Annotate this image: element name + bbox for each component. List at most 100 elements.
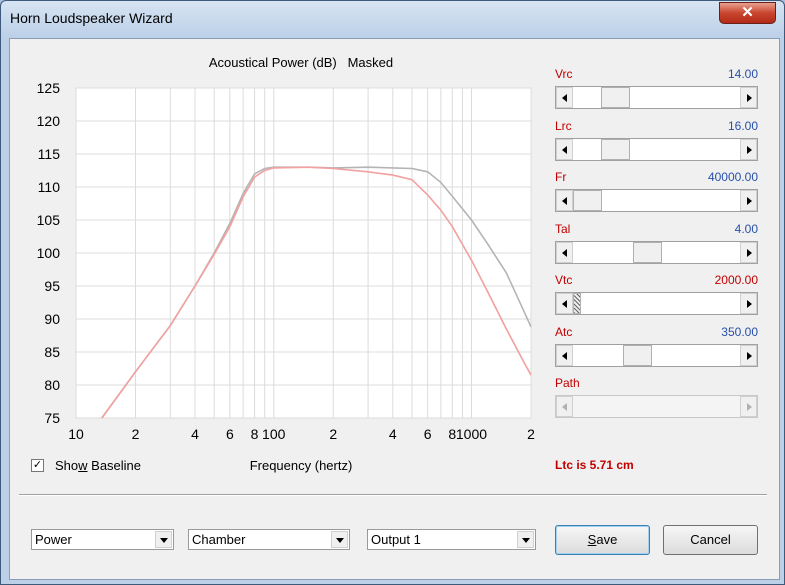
close-button[interactable]: ✕: [719, 2, 776, 24]
x-tick-label: 10: [68, 426, 84, 442]
checkmark-icon: ✓: [32, 459, 43, 471]
show-baseline-label-pre: Sho: [55, 458, 79, 473]
param-label-atc: Atc: [555, 324, 573, 339]
window-title: Horn Loudspeaker Wizard: [10, 10, 173, 26]
y-tick-label: 100: [37, 245, 61, 261]
arrow-left-icon: [562, 197, 567, 205]
scrollbar-fr[interactable]: [555, 189, 758, 212]
y-tick-label: 95: [44, 278, 60, 294]
mode-select-value: Power: [35, 532, 72, 547]
scrollbar-tal[interactable]: [555, 240, 758, 264]
scrollbar-lrc[interactable]: [555, 137, 758, 161]
x-tick-label: 4: [389, 426, 397, 442]
scroll-right-button[interactable]: [740, 396, 757, 417]
wizard-window: Horn Loudspeaker Wizard ✕ Acoustical Pow…: [0, 0, 785, 585]
chevron-down-icon: [336, 538, 344, 543]
output-select-value: Output 1: [371, 532, 421, 547]
arrow-right-icon: [747, 94, 752, 102]
x-tick-label: 2: [329, 426, 337, 442]
x-tick-label: 2: [527, 426, 535, 442]
chevron-down-icon: [522, 538, 530, 543]
scroll-thumb[interactable]: [601, 87, 630, 108]
arrow-left-icon: [562, 351, 567, 360]
scroll-thumb[interactable]: [633, 241, 663, 263]
save-button-label: ave: [596, 532, 618, 547]
location-select-value: Chamber: [192, 532, 246, 547]
x-tick-label: 4: [191, 426, 199, 442]
arrow-left-icon: [562, 94, 567, 102]
arrow-right-icon: [747, 351, 752, 360]
arrow-right-icon: [747, 403, 752, 411]
arrow-right-icon: [747, 248, 752, 257]
y-tick-label: 110: [38, 179, 61, 195]
scroll-right-button[interactable]: [740, 190, 757, 211]
scroll-left-button[interactable]: [556, 396, 573, 417]
scroll-left-button[interactable]: [556, 190, 573, 211]
y-tick-label: 125: [37, 80, 61, 96]
location-dropdown-button[interactable]: [331, 531, 348, 548]
param-label-vtc: Vtc: [555, 273, 573, 287]
save-button[interactable]: Save: [555, 525, 650, 555]
arrow-left-icon: [562, 248, 567, 257]
arrow-left-icon: [562, 145, 567, 154]
show-baseline-label[interactable]: Show Baseline: [55, 458, 141, 473]
param-value-vrc: 14.00: [727, 67, 758, 81]
x-tick-label: 2: [132, 426, 140, 442]
param-label-fr: Fr: [555, 170, 567, 184]
param-value-tal: 4.00: [734, 221, 758, 236]
scroll-thumb[interactable]: [623, 344, 653, 366]
output-dropdown-button[interactable]: [517, 531, 534, 548]
param-value-vtc: 2000.00: [714, 273, 758, 287]
scroll-thumb[interactable]: [573, 293, 581, 314]
output-select[interactable]: Output 1: [367, 529, 536, 550]
arrow-right-icon: [747, 300, 752, 308]
param-value-fr: 40000.00: [707, 170, 758, 184]
close-icon: ✕: [741, 4, 754, 21]
ltc-readout: Ltc is 5.71 cm: [555, 458, 634, 472]
y-tick-label: 85: [44, 344, 60, 360]
param-label-vrc: Vrc: [555, 67, 573, 81]
scroll-left-button[interactable]: [556, 138, 573, 160]
y-tick-label: 75: [44, 410, 60, 426]
param-label-lrc: Lrc: [555, 118, 572, 133]
scroll-right-button[interactable]: [740, 138, 757, 160]
param-value-atc: 350.00: [721, 324, 758, 339]
scroll-left-button[interactable]: [556, 87, 573, 108]
param-value-lrc: 16.00: [727, 118, 758, 133]
scrollbar-atc[interactable]: [555, 343, 758, 367]
x-tick-label: 6: [226, 426, 234, 442]
param-label-tal: Tal: [555, 221, 571, 236]
scroll-right-button[interactable]: [740, 293, 757, 314]
x-tick-label: 8: [251, 426, 259, 442]
x-tick-label: 100: [262, 426, 286, 442]
scrollbar-vtc[interactable]: [555, 292, 758, 315]
y-axis-ticks: 125 120 115 110 105 100 95 90 85 80 75: [37, 80, 61, 426]
x-axis-label: Frequency (hertz): [250, 458, 353, 473]
cancel-button[interactable]: Cancel: [663, 525, 758, 555]
scroll-right-button[interactable]: [740, 87, 757, 108]
y-tick-label: 90: [44, 311, 60, 327]
scroll-thumb[interactable]: [601, 138, 630, 160]
scroll-left-button[interactable]: [556, 241, 573, 263]
arrow-right-icon: [747, 197, 752, 205]
dialog-body: Acoustical Power (dB) Masked 125 120 115 11…: [9, 38, 780, 580]
mode-select[interactable]: Power: [31, 529, 174, 550]
param-label-path: Path: [555, 376, 580, 390]
scrollbar-vrc[interactable]: [555, 86, 758, 109]
scroll-thumb[interactable]: [573, 190, 602, 211]
power-chart: Acoustical Power (dB) Masked 125 120 115 11…: [37, 55, 535, 473]
scroll-left-button[interactable]: [556, 293, 573, 314]
y-tick-label: 80: [44, 377, 60, 393]
scroll-right-button[interactable]: [740, 241, 757, 263]
y-tick-label: 120: [37, 113, 61, 129]
mode-dropdown-button[interactable]: [155, 531, 172, 548]
separator: [19, 494, 767, 496]
x-tick-label: 6: [424, 426, 432, 442]
y-tick-label: 115: [38, 146, 61, 162]
scroll-left-button[interactable]: [556, 344, 573, 366]
chevron-down-icon: [160, 538, 168, 543]
location-select[interactable]: Chamber: [188, 529, 350, 550]
scroll-right-button[interactable]: [740, 344, 757, 366]
x-tick-label: 1000: [456, 426, 487, 442]
show-baseline-checkbox[interactable]: ✓: [31, 459, 44, 472]
